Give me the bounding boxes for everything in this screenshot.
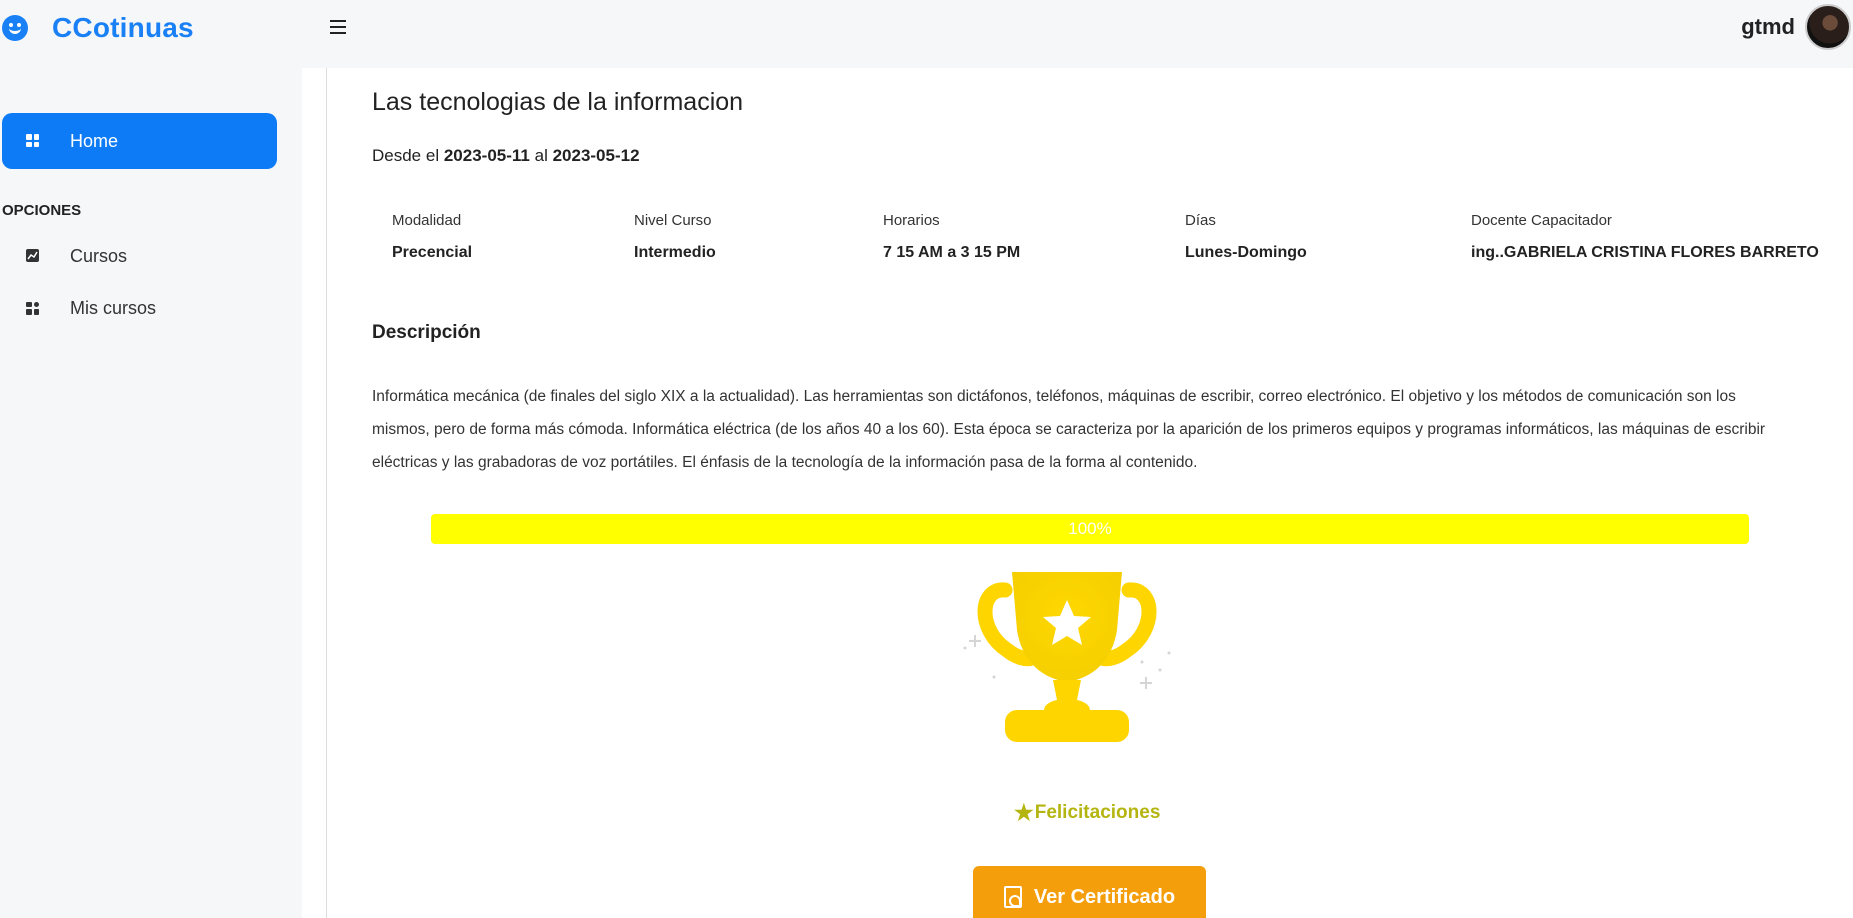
info-horarios: Horarios 7 15 AM a 3 15 PM (883, 212, 1020, 262)
view-certificate-label: Ver Certificado (1033, 885, 1176, 908)
info-value: Intermedio (634, 244, 716, 261)
star-icon: ★ (1014, 800, 1034, 825)
progress-fill: 100% (431, 514, 1749, 544)
info-label: Días (1185, 212, 1216, 229)
chart-icon (26, 246, 39, 267)
start-date: 2023-05-11 (443, 146, 530, 165)
view-certificate-button[interactable]: Ver Certificado (973, 866, 1206, 918)
user-menu[interactable]: gtmd (1741, 4, 1851, 50)
sidebar-item-label: Cursos (70, 245, 128, 266)
trophy-icon (957, 570, 1217, 820)
course-title: Las tecnologias de la informacion (372, 88, 744, 116)
grid-icon (26, 134, 39, 147)
info-docente: Docente Capacitador ing..GABRIELA CRISTI… (1471, 212, 1819, 262)
brand[interactable]: CCotinuas (2, 12, 194, 44)
sidebar-item-mis-cursos[interactable]: Mis cursos (2, 288, 277, 328)
brand-name[interactable]: CCotinuas (52, 12, 194, 44)
info-label: Modalidad (392, 212, 462, 229)
info-modalidad: Modalidad Precencial (392, 212, 472, 262)
dates-prefix: Desde el (372, 146, 440, 165)
description-text: Informática mecánica (de finales del sig… (372, 388, 1766, 471)
main-content: Las tecnologias de la informacion Desde … (302, 68, 1853, 918)
info-value: Lunes-Domingo (1185, 244, 1307, 261)
sidebar-section-title: OPCIONES (2, 202, 82, 219)
dates-middle: al (534, 146, 548, 165)
progress-bar: 100% (431, 514, 1749, 544)
sidebar-item-label: Mis cursos (70, 297, 157, 318)
pdf-file-icon (1003, 886, 1022, 908)
info-nivel: Nivel Curso Intermedio (634, 212, 716, 262)
info-value: 7 15 AM a 3 15 PM (883, 244, 1021, 261)
progress-label: 100% (1068, 519, 1112, 538)
avatar[interactable] (1805, 4, 1851, 50)
sidebar-item-home[interactable]: Home (2, 113, 277, 169)
course-dates: Desde el 2023-05-11 al 2023-05-12 (372, 146, 640, 166)
info-label: Nivel Curso (634, 212, 712, 229)
grid-icon (26, 301, 39, 315)
info-label: Docente Capacitador (1471, 212, 1612, 229)
congrats-text: Felicitaciones (1034, 802, 1161, 823)
info-value: Precencial (392, 244, 473, 261)
sidebar-item-label: Home (70, 130, 119, 151)
description-title: Descripción (372, 322, 481, 343)
info-dias: Días Lunes-Domingo (1185, 212, 1307, 262)
info-value: ing..GABRIELA CRISTINA FLORES BARRETO (1471, 244, 1819, 261)
user-name[interactable]: gtmd (1741, 14, 1795, 40)
sidebar: Home OPCIONES Cursos Mis cursos (0, 68, 300, 918)
info-label: Horarios (883, 212, 940, 229)
sidebar-item-cursos[interactable]: Cursos (2, 236, 277, 276)
smiley-icon (2, 15, 28, 41)
menu-toggle-icon[interactable] (330, 20, 346, 34)
congrats-message: ★ Felicitaciones (1014, 800, 1160, 826)
top-bar: CCotinuas gtmd (0, 0, 1853, 68)
end-date: 2023-05-12 (552, 146, 640, 165)
divider (326, 68, 327, 918)
